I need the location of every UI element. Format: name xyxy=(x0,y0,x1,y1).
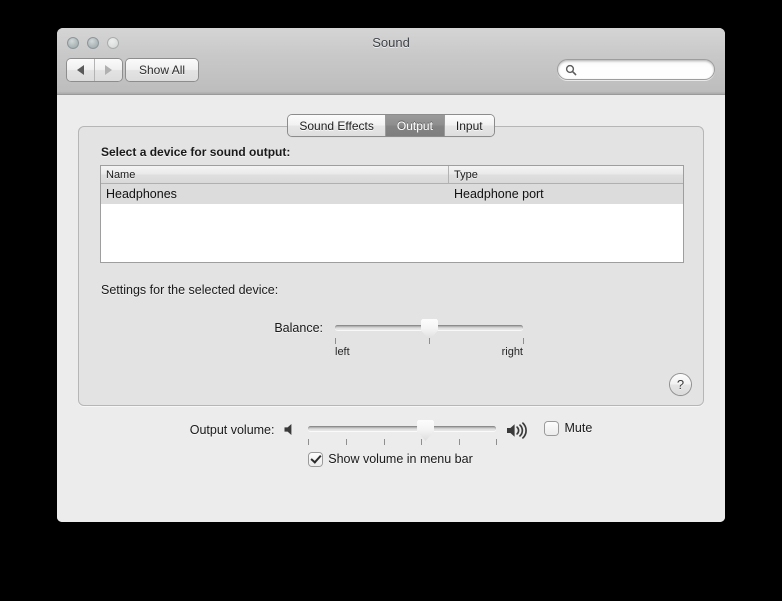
slider-tick xyxy=(496,439,498,445)
table-header-row: Name Type xyxy=(101,166,683,184)
navigation-button-group xyxy=(67,59,122,81)
balance-slider[interactable]: left right xyxy=(335,318,524,360)
show-volume-checkbox[interactable] xyxy=(309,452,323,466)
output-volume-slider[interactable] xyxy=(308,419,498,447)
show-volume-label: Show volume in menu bar xyxy=(328,452,473,466)
tab-bar: Sound Effects Output Input xyxy=(57,115,725,136)
tab-sound-effects[interactable]: Sound Effects xyxy=(288,115,385,136)
window-titlebar: Sound Show All xyxy=(57,28,725,95)
show-volume-row[interactable]: Show volume in menu bar xyxy=(57,452,725,466)
slider-tick xyxy=(335,338,336,344)
window-title: Sound xyxy=(372,35,410,50)
slider-tick xyxy=(429,338,430,344)
back-arrow-icon xyxy=(77,65,84,75)
column-header-type[interactable]: Type xyxy=(449,166,683,183)
mute-label: Mute xyxy=(564,421,593,435)
sound-preferences-window: Sound Show All Sound Effects Output Inpu… xyxy=(57,28,725,522)
device-list-label: Select a device for sound output: xyxy=(101,145,291,159)
tab-input[interactable]: Input xyxy=(443,115,494,136)
forward-arrow-icon xyxy=(105,65,112,75)
slider-tick xyxy=(421,439,423,445)
balance-slider-thumb[interactable] xyxy=(420,318,439,341)
slider-tick xyxy=(346,439,348,445)
balance-min-label: left xyxy=(335,346,350,358)
slider-tick xyxy=(308,439,310,445)
forward-button[interactable] xyxy=(94,59,122,81)
volume-slider-thumb[interactable] xyxy=(416,419,435,442)
search-input[interactable] xyxy=(577,63,711,76)
slider-tick xyxy=(458,439,460,445)
output-volume-row: Output volume: Mute xyxy=(57,419,725,447)
cell-device-type: Headphone port xyxy=(454,187,544,201)
mute-checkbox[interactable] xyxy=(545,421,559,435)
desktop-background: Sound Show All Sound Effects Output Inpu… xyxy=(0,0,782,601)
output-device-table[interactable]: Name Type Headphones Headphone port xyxy=(100,165,684,263)
window-body: Sound Effects Output Input Select a devi… xyxy=(57,95,725,522)
volume-slider-ticks xyxy=(308,439,498,447)
slider-tick xyxy=(383,439,385,445)
search-icon xyxy=(565,64,577,75)
speaker-quiet-icon xyxy=(282,420,299,443)
balance-slider-ticks xyxy=(335,338,524,346)
output-volume-label: Output volume: xyxy=(189,423,275,437)
cell-device-name: Headphones xyxy=(106,187,177,201)
back-button[interactable] xyxy=(67,59,94,81)
tab-output[interactable]: Output xyxy=(384,115,444,136)
column-header-name[interactable]: Name xyxy=(101,166,449,183)
volume-slider-track[interactable] xyxy=(308,426,497,431)
balance-end-labels: left right xyxy=(335,346,523,360)
search-field[interactable] xyxy=(557,59,715,80)
table-row[interactable]: Headphones Headphone port xyxy=(101,184,683,204)
speaker-loud-icon xyxy=(505,420,531,445)
balance-max-label: right xyxy=(501,346,523,358)
show-all-button[interactable]: Show All xyxy=(126,59,199,81)
help-button[interactable]: ? xyxy=(670,374,691,395)
mute-checkbox-group[interactable]: Mute xyxy=(545,420,592,435)
balance-control-row: Balance: left right xyxy=(101,318,685,360)
slider-tick xyxy=(523,338,524,344)
output-settings-panel: Select a device for sound output: Name T… xyxy=(78,126,704,406)
settings-label: Settings for the selected device: xyxy=(101,283,279,297)
balance-label: Balance: xyxy=(274,321,323,335)
